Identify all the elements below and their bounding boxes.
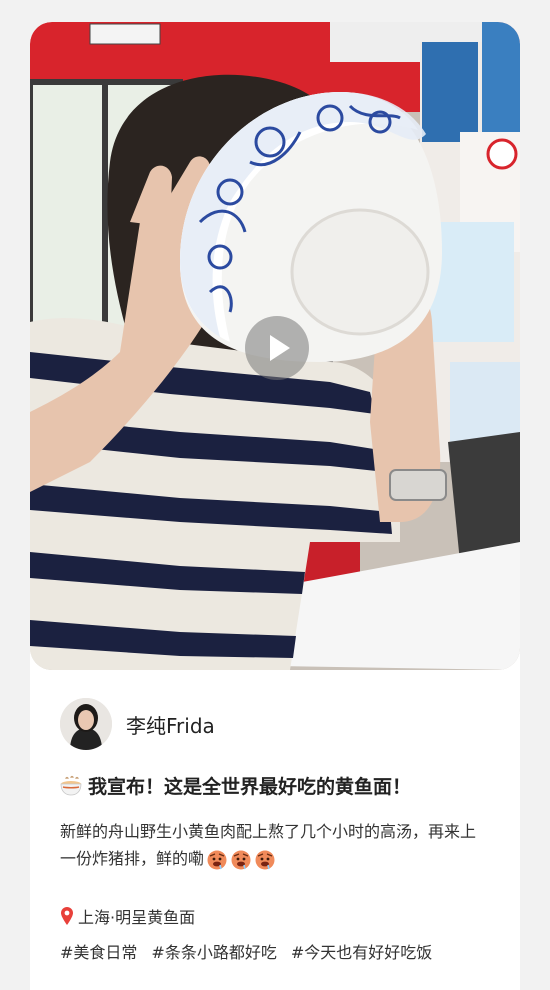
post-title: 我宣布！这是全世界最好吃的黄鱼面！ — [60, 772, 500, 799]
page: 李纯Frida 我宣布！这是全世界最好吃的黄鱼面！ 新鲜的舟山野生小黄鱼肉配上熬… — [0, 0, 550, 990]
author-row[interactable]: 李纯Frida — [60, 698, 215, 750]
location-text[interactable]: 上海·明呈黄鱼面 — [78, 904, 195, 928]
hashtag-list: #美食日常 #条条小路都好吃 #今天也有好好吃饭 — [60, 938, 500, 968]
hashtag[interactable]: #条条小路都好吃 — [151, 943, 276, 962]
post-title-text: 我宣布！这是全世界最好吃的黄鱼面！ — [88, 776, 412, 798]
play-button[interactable] — [245, 316, 309, 380]
avatar[interactable] — [60, 698, 112, 750]
drooling-face-icon — [255, 850, 275, 869]
post-card: 李纯Frida 我宣布！这是全世界最好吃的黄鱼面！ 新鲜的舟山野生小黄鱼肉配上熬… — [30, 22, 520, 990]
post-body: 新鲜的舟山野生小黄鱼肉配上熬了几个小时的高汤，再来上一份炸猪排，鲜的嘞 — [60, 818, 490, 872]
author-name[interactable]: 李纯Frida — [126, 710, 215, 739]
drooling-face-icon — [231, 850, 251, 869]
play-icon — [270, 335, 290, 361]
location-pin-icon — [61, 907, 73, 925]
location-tag[interactable]: 上海·明呈黄鱼面 — [60, 904, 195, 928]
hashtag[interactable]: #美食日常 — [60, 943, 137, 962]
hashtag[interactable]: #今天也有好好吃饭 — [291, 943, 432, 962]
emoji-row — [206, 849, 278, 871]
post-video-thumbnail[interactable] — [30, 22, 520, 670]
drooling-face-icon — [207, 850, 227, 869]
noodle-bowl-icon — [60, 775, 82, 795]
avatar-image — [60, 698, 112, 750]
